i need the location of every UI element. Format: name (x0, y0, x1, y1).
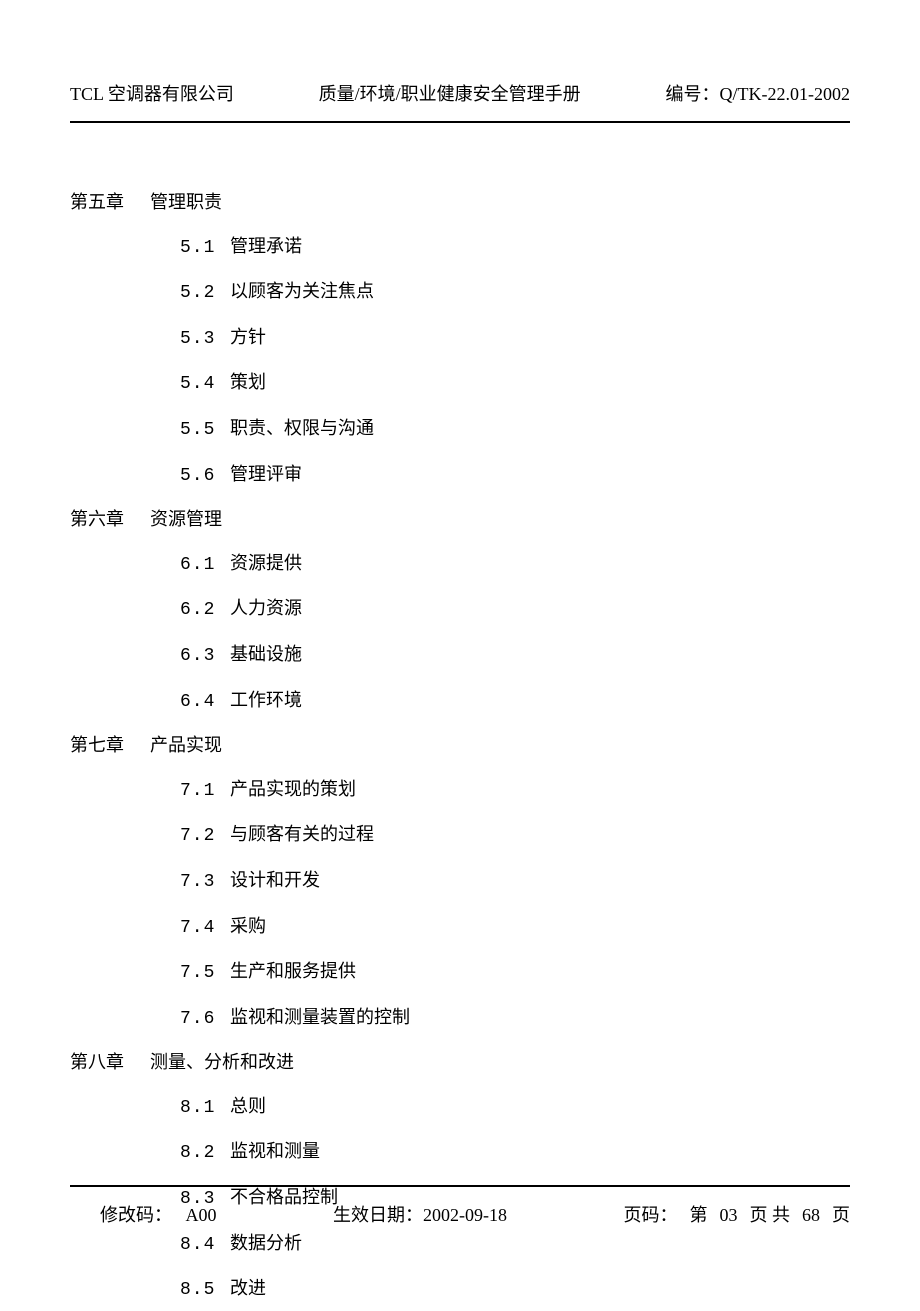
chapter-name: 产品实现 (150, 735, 222, 755)
code-label: 编号： (666, 84, 720, 104)
chapter-title: 第七章产品实现 (70, 726, 850, 766)
chapter-5: 第五章管理职责5.1管理承诺5.2以顾客为关注焦点5.3方针5.4策划5.5职责… (70, 183, 850, 496)
document-title: 质量/环境/职业健康安全管理手册 (319, 80, 581, 106)
page-suffix: 页 (832, 1205, 850, 1225)
section-7-2: 7.2与顾客有关的过程 (70, 815, 850, 857)
section-number: 5.4 (180, 365, 230, 405)
section-5-3: 5.3方针 (70, 318, 850, 360)
section-5-5: 5.5职责、权限与沟通 (70, 409, 850, 451)
section-number: 8.1 (180, 1089, 230, 1129)
page-label: 页码： (624, 1205, 678, 1225)
section-name: 数据分析 (230, 1233, 302, 1253)
section-name: 与顾客有关的过程 (230, 824, 374, 844)
section-name: 监视和测量 (230, 1141, 320, 1161)
page-footer: 修改码： A00 生效日期：2002-09-18 页码： 第 03 页 共 68 页 (100, 1201, 850, 1227)
section-name: 设计和开发 (230, 870, 320, 890)
section-7-4: 7.4采购 (70, 907, 850, 949)
section-name: 管理承诺 (230, 236, 302, 256)
section-number: 8.5 (180, 1271, 230, 1311)
chapter-number: 第七章 (70, 726, 150, 766)
page-prefix: 第 (690, 1205, 708, 1225)
section-number: 6.3 (180, 637, 230, 677)
page-total: 68 (802, 1205, 820, 1225)
modification-code: 修改码： A00 (100, 1201, 217, 1227)
page-current: 03 (720, 1205, 738, 1225)
section-number: 7.1 (180, 772, 230, 812)
chapter-name: 管理职责 (150, 192, 222, 212)
section-number: 8.2 (180, 1134, 230, 1174)
page-header: TCL 空调器有限公司 质量/环境/职业健康安全管理手册 编号：Q/TK-22.… (0, 0, 920, 116)
section-5-1: 5.1管理承诺 (70, 227, 850, 269)
section-number: 7.5 (180, 954, 230, 994)
chapter-name: 测量、分析和改进 (150, 1052, 294, 1072)
chapter-6: 第六章资源管理6.1资源提供6.2人力资源6.3基础设施6.4工作环境 (70, 500, 850, 722)
section-number: 5.1 (180, 229, 230, 269)
code-value: Q/TK-22.01-2002 (720, 84, 850, 104)
section-name: 管理评审 (230, 464, 302, 484)
chapter-title: 第八章测量、分析和改进 (70, 1043, 850, 1083)
section-name: 产品实现的策划 (230, 779, 356, 799)
section-8-5: 8.5改进 (70, 1269, 850, 1311)
chapter-name: 资源管理 (150, 509, 222, 529)
date-value: 2002-09-18 (423, 1205, 507, 1225)
section-7-6: 7.6监视和测量装置的控制 (70, 998, 850, 1040)
chapter-7: 第七章产品实现7.1产品实现的策划7.2与顾客有关的过程7.3设计和开发7.4采… (70, 726, 850, 1039)
section-name: 监视和测量装置的控制 (230, 1007, 410, 1027)
chapter-8: 第八章测量、分析和改进8.1总则8.2监视和测量8.3不合格品控制8.4数据分析… (70, 1043, 850, 1311)
document-code: 编号：Q/TK-22.01-2002 (666, 80, 850, 106)
section-name: 基础设施 (230, 644, 302, 664)
section-number: 5.2 (180, 274, 230, 314)
section-6-2: 6.2人力资源 (70, 589, 850, 631)
section-6-3: 6.3基础设施 (70, 635, 850, 677)
section-name: 改进 (230, 1278, 266, 1298)
section-number: 7.6 (180, 1000, 230, 1040)
chapter-number: 第五章 (70, 183, 150, 223)
section-number: 6.4 (180, 683, 230, 723)
section-name: 策划 (230, 372, 266, 392)
section-name: 总则 (230, 1096, 266, 1116)
section-number: 6.2 (180, 591, 230, 631)
section-number: 8.4 (180, 1226, 230, 1266)
section-5-4: 5.4策划 (70, 363, 850, 405)
section-name: 资源提供 (230, 553, 302, 573)
section-5-2: 5.2以顾客为关注焦点 (70, 272, 850, 314)
section-number: 5.5 (180, 411, 230, 451)
section-name: 方针 (230, 327, 266, 347)
section-7-1: 7.1产品实现的策划 (70, 770, 850, 812)
section-number: 7.4 (180, 909, 230, 949)
section-number: 5.3 (180, 320, 230, 360)
chapter-number: 第八章 (70, 1043, 150, 1083)
section-7-5: 7.5生产和服务提供 (70, 952, 850, 994)
toc-content: 第五章管理职责5.1管理承诺5.2以顾客为关注焦点5.3方针5.4策划5.5职责… (0, 123, 920, 1311)
section-name: 人力资源 (230, 598, 302, 618)
effective-date: 生效日期：2002-09-18 (333, 1201, 507, 1227)
section-name: 职责、权限与沟通 (230, 418, 374, 438)
mod-label: 修改码： (100, 1205, 172, 1225)
section-number: 7.3 (180, 863, 230, 903)
chapter-number: 第六章 (70, 500, 150, 540)
section-name: 以顾客为关注焦点 (230, 281, 374, 301)
chapter-title: 第六章资源管理 (70, 500, 850, 540)
section-8-1: 8.1总则 (70, 1087, 850, 1129)
section-name: 生产和服务提供 (230, 961, 356, 981)
section-number: 7.2 (180, 817, 230, 857)
section-8-2: 8.2监视和测量 (70, 1132, 850, 1174)
section-6-1: 6.1资源提供 (70, 544, 850, 586)
section-name: 采购 (230, 916, 266, 936)
section-7-3: 7.3设计和开发 (70, 861, 850, 903)
page-mid: 页 共 (750, 1205, 791, 1225)
date-label: 生效日期： (333, 1205, 423, 1225)
chapter-title: 第五章管理职责 (70, 183, 850, 223)
footer-divider (70, 1185, 850, 1187)
mod-value: A00 (186, 1205, 217, 1225)
page-number: 页码： 第 03 页 共 68 页 (624, 1201, 851, 1227)
section-6-4: 6.4工作环境 (70, 681, 850, 723)
section-number: 6.1 (180, 546, 230, 586)
section-8-4: 8.4数据分析 (70, 1224, 850, 1266)
section-name: 工作环境 (230, 690, 302, 710)
section-5-6: 5.6管理评审 (70, 455, 850, 497)
company-name: TCL 空调器有限公司 (70, 80, 234, 106)
section-number: 5.6 (180, 457, 230, 497)
